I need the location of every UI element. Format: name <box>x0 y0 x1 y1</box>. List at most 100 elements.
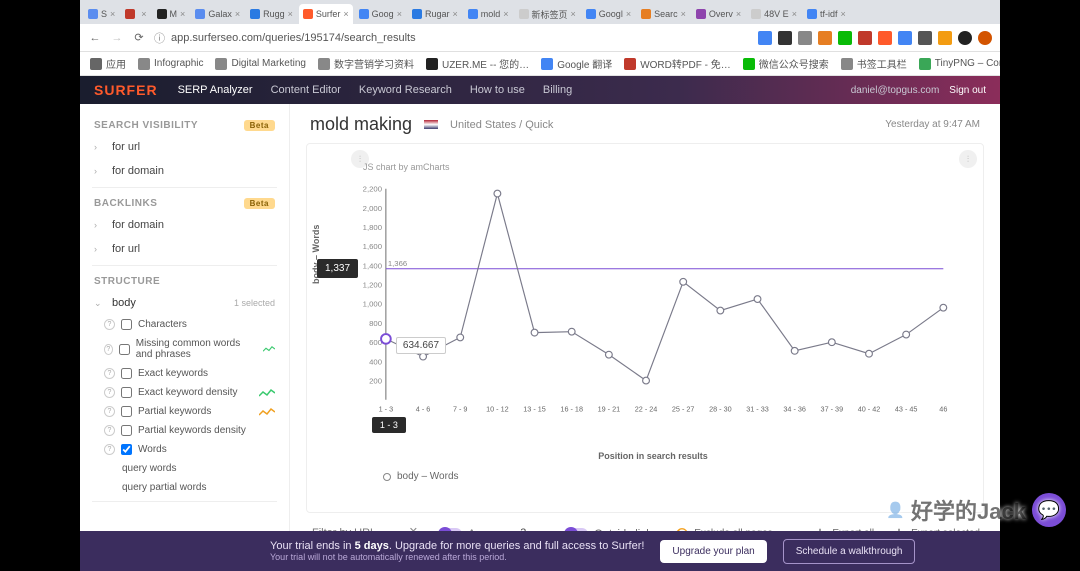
close-tab-icon[interactable]: × <box>681 9 686 19</box>
close-tab-icon[interactable]: × <box>626 9 631 19</box>
browser-tab[interactable]: Overv× <box>692 4 745 24</box>
nav-item[interactable]: Keyword Research <box>359 84 452 96</box>
structure-item[interactable]: ?Words <box>80 440 289 459</box>
browser-tab[interactable]: mold× <box>464 4 513 24</box>
svg-text:43 - 45: 43 - 45 <box>895 404 918 413</box>
ext-icon[interactable] <box>858 31 872 45</box>
structure-checkbox[interactable] <box>121 319 132 330</box>
signout-link[interactable]: Sign out <box>949 85 986 96</box>
structure-item[interactable]: ?Exact keywords <box>80 364 289 383</box>
browser-tab[interactable]: Goog× <box>355 4 406 24</box>
browser-tab[interactable]: 新标签页× <box>515 4 580 24</box>
bookmark-item[interactable]: Google 翻译 <box>541 56 612 71</box>
close-tab-icon[interactable]: × <box>792 9 797 19</box>
ext-icon[interactable] <box>898 31 912 45</box>
back-icon[interactable]: ← <box>88 31 102 45</box>
close-tab-icon[interactable]: × <box>288 9 293 19</box>
browser-tab[interactable]: Surfer× <box>299 4 353 24</box>
logo[interactable]: SURFER <box>94 82 158 98</box>
sidebar-item[interactable]: ›for url <box>80 135 289 159</box>
structure-checkbox[interactable] <box>119 344 130 355</box>
help-icon[interactable]: ? <box>104 319 115 330</box>
bookmark-item[interactable]: 书签工具栏 <box>841 56 907 71</box>
site-info-icon[interactable]: ⓘ <box>154 30 165 46</box>
structure-item[interactable]: ?Partial keywords density <box>80 421 289 440</box>
ext-icon[interactable] <box>798 31 812 45</box>
ext-icon[interactable] <box>878 31 892 45</box>
upgrade-plan-button[interactable]: Upgrade your plan <box>660 540 766 563</box>
schedule-walkthrough-button[interactable]: Schedule a walkthrough <box>783 539 916 564</box>
user-email[interactable]: daniel@topgus.com <box>851 85 940 96</box>
structure-checkbox[interactable] <box>121 425 132 436</box>
close-tab-icon[interactable]: × <box>180 9 185 19</box>
structure-item[interactable]: ?Partial keywords <box>80 402 289 421</box>
sidebar-item[interactable]: ›for domain <box>80 213 289 237</box>
close-tab-icon[interactable]: × <box>343 9 348 19</box>
ext-icon[interactable] <box>838 31 852 45</box>
sidebar-sub-item[interactable]: query partial words <box>80 478 289 497</box>
reload-icon[interactable]: ⟳ <box>132 31 146 45</box>
browser-tab[interactable]: S× <box>84 4 119 24</box>
sidebar-item[interactable]: ›for domain <box>80 159 289 183</box>
bookmark-item[interactable]: WORD转PDF - 免… <box>624 56 731 71</box>
svg-text:28 - 30: 28 - 30 <box>709 404 732 413</box>
structure-checkbox[interactable] <box>121 387 132 398</box>
bookmark-item[interactable]: Digital Marketing <box>215 58 305 70</box>
close-tab-icon[interactable]: × <box>736 9 741 19</box>
sidebar-item[interactable]: ›for url <box>80 237 289 261</box>
structure-checkbox[interactable] <box>121 406 132 417</box>
nav-item[interactable]: SERP Analyzer <box>178 84 253 96</box>
ext-icon[interactable] <box>778 31 792 45</box>
filter-url-input[interactable] <box>310 523 420 531</box>
browser-tab[interactable]: Rugar× <box>408 4 462 24</box>
browser-tab[interactable]: 48V E× <box>747 4 801 24</box>
bookmark-item[interactable]: 微信公众号搜索 <box>743 56 829 71</box>
sidebar-sub-item[interactable]: query words <box>80 459 289 478</box>
nav-item[interactable]: Content Editor <box>271 84 341 96</box>
chart-handle-right[interactable]: ⫶ <box>959 150 977 168</box>
help-icon[interactable]: ? <box>104 344 113 355</box>
chart-svg[interactable]: 2004006008001,0001,2001,4001,6001,8002,0… <box>353 162 953 442</box>
structure-item[interactable]: ?Exact keyword density <box>80 383 289 402</box>
close-tab-icon[interactable]: × <box>110 9 115 19</box>
sidebar-item-expanded[interactable]: ⌄body1 selected <box>80 291 289 315</box>
help-icon[interactable]: ? <box>104 406 115 417</box>
browser-tab[interactable]: × <box>121 4 150 24</box>
close-tab-icon[interactable]: × <box>571 9 576 19</box>
browser-tab[interactable]: M× <box>153 4 190 24</box>
ext-icon[interactable] <box>818 31 832 45</box>
help-icon[interactable]: ? <box>104 425 115 436</box>
url-box[interactable]: ⓘ app.surferseo.com/queries/195174/searc… <box>154 30 750 46</box>
browser-tab[interactable]: Googl× <box>582 4 635 24</box>
ext-icon[interactable] <box>758 31 772 45</box>
structure-item[interactable]: ?Characters <box>80 315 289 334</box>
bookmark-item[interactable]: 数字营销学习资料 <box>318 56 414 71</box>
nav-item[interactable]: Billing <box>543 84 572 96</box>
nav-item[interactable]: How to use <box>470 84 525 96</box>
close-tab-icon[interactable]: × <box>840 9 845 19</box>
browser-tab[interactable]: tf-idf× <box>803 4 850 24</box>
forward-icon[interactable]: → <box>110 31 124 45</box>
ext-icon[interactable] <box>938 31 952 45</box>
close-tab-icon[interactable]: × <box>235 9 240 19</box>
avatar-icon[interactable] <box>978 31 992 45</box>
help-icon[interactable]: ? <box>104 368 115 379</box>
flag-icon <box>424 120 438 129</box>
ext-icon[interactable] <box>918 31 932 45</box>
bookmark-item[interactable]: 应用 <box>90 56 126 71</box>
close-tab-icon[interactable]: × <box>141 9 146 19</box>
help-icon[interactable]: ? <box>104 444 115 455</box>
help-icon[interactable]: ? <box>104 387 115 398</box>
close-tab-icon[interactable]: × <box>503 9 508 19</box>
bookmark-item[interactable]: UZER.ME -- 您的… <box>426 56 529 71</box>
structure-checkbox[interactable] <box>121 444 132 455</box>
browser-tab[interactable]: Rugg× <box>246 4 297 24</box>
ext-icon[interactable] <box>958 31 972 45</box>
bookmark-item[interactable]: Infographic <box>138 58 203 70</box>
structure-item[interactable]: ?Missing common words and phrases <box>80 334 289 364</box>
browser-tab[interactable]: Galax× <box>191 4 244 24</box>
structure-checkbox[interactable] <box>121 368 132 379</box>
browser-tab[interactable]: Searc× <box>637 4 690 24</box>
close-tab-icon[interactable]: × <box>397 9 402 19</box>
close-tab-icon[interactable]: × <box>452 9 457 19</box>
